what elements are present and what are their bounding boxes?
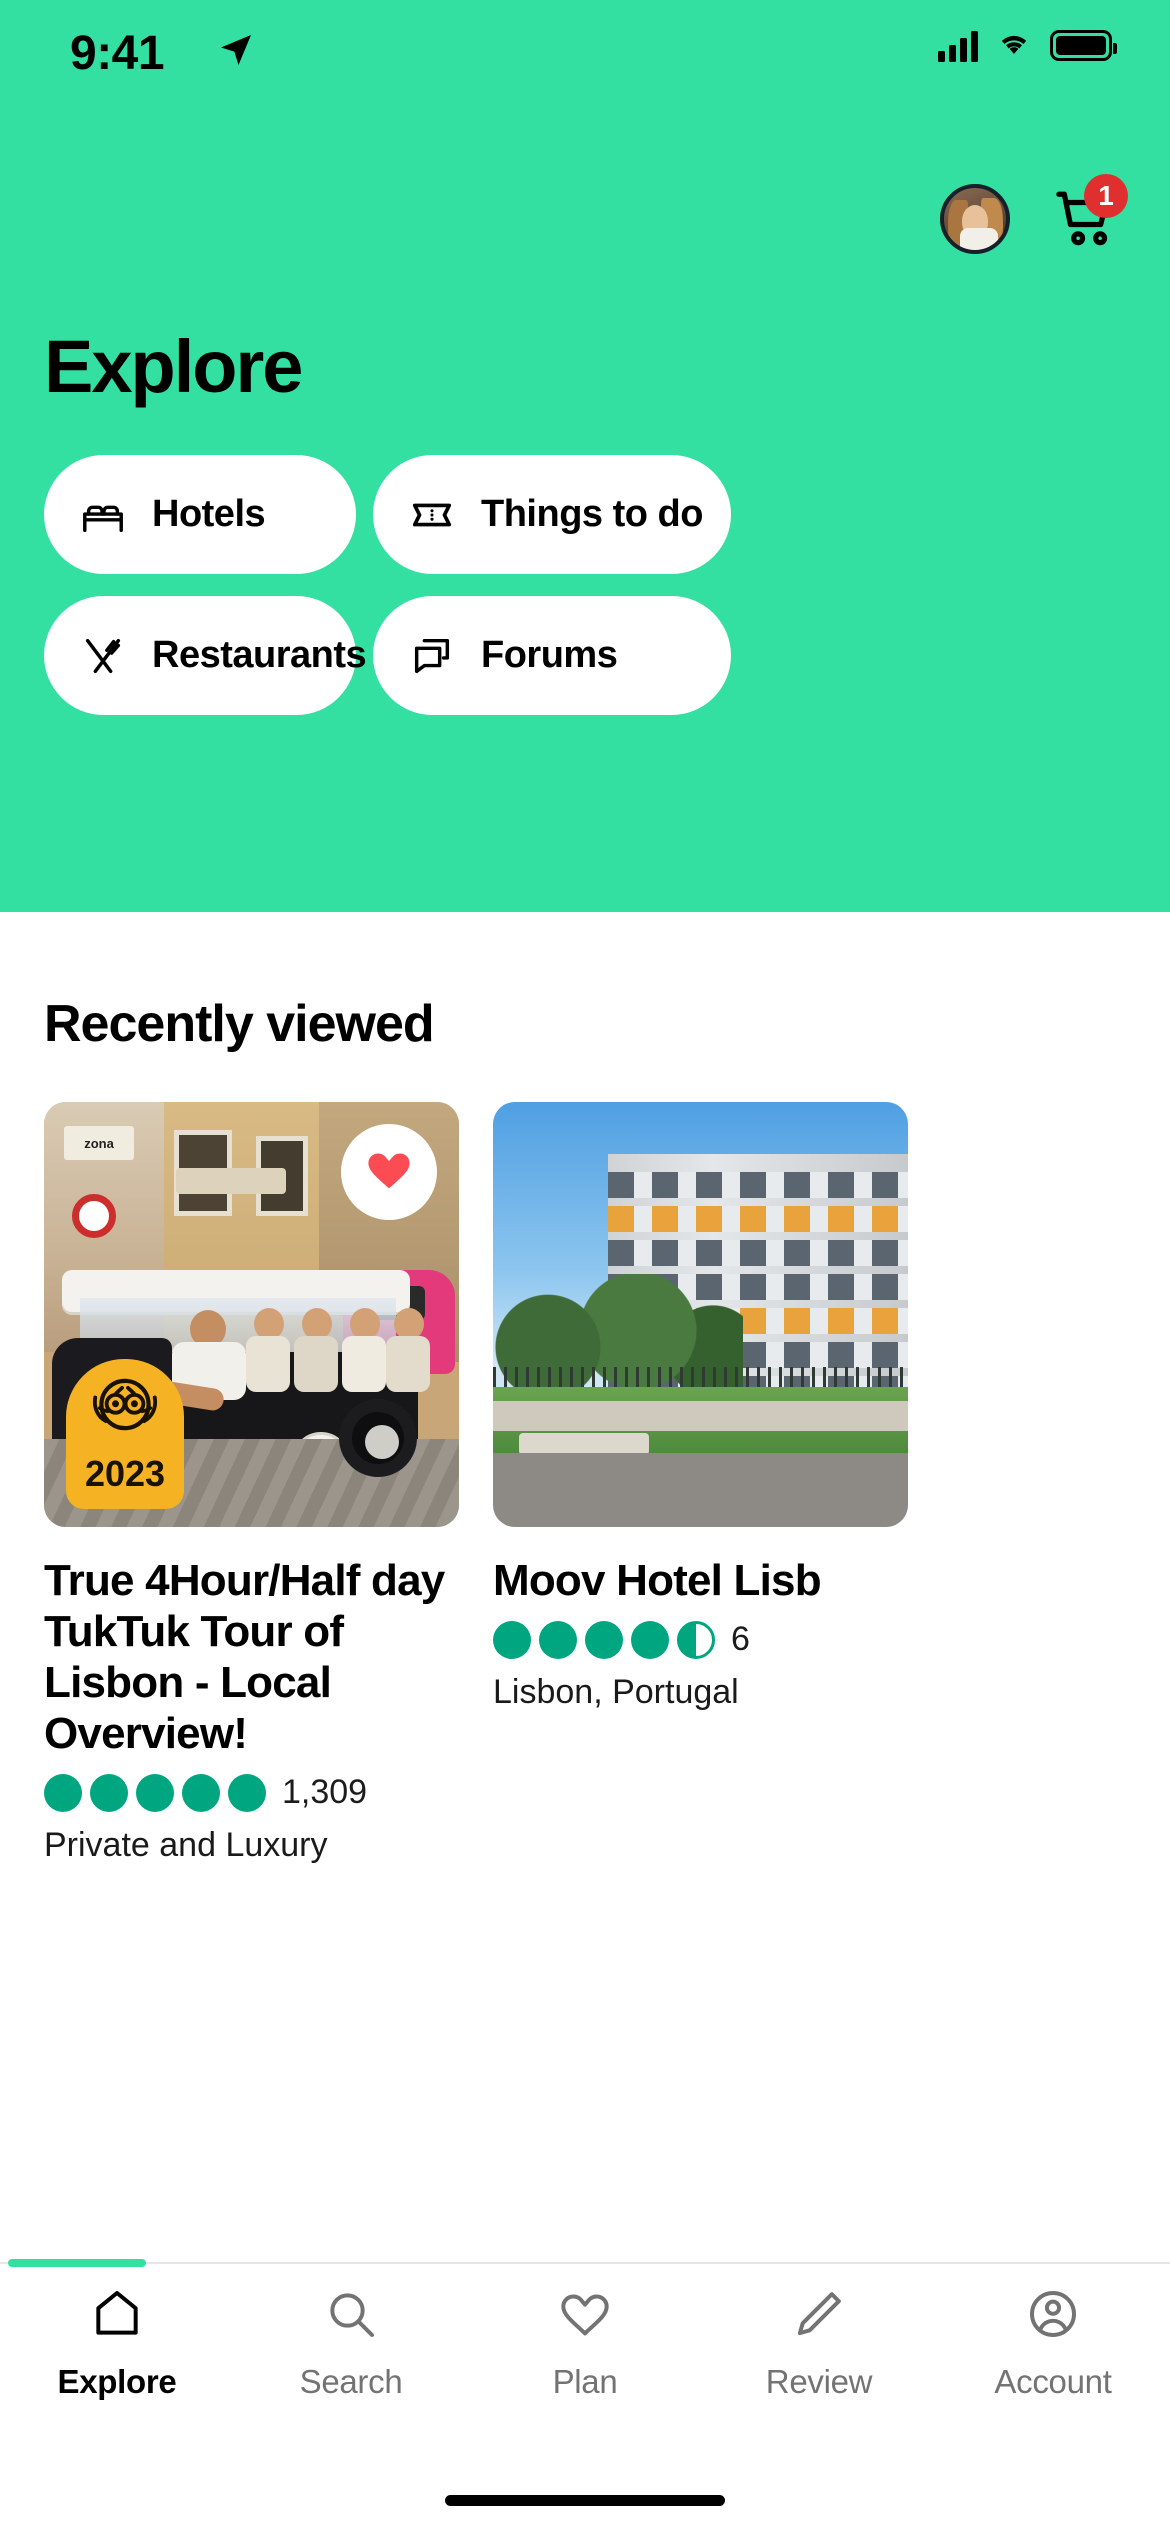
card-subtitle: Lisbon, Portugal — [493, 1673, 739, 1712]
travelers-choice-badge: 2023 — [66, 1359, 184, 1509]
category-chip-hotels[interactable]: Hotels — [44, 455, 356, 574]
recently-viewed-card[interactable]: zona 2023 True 4Hour/Half day TukTuk Tou… — [44, 1102, 459, 1865]
pencil-icon — [791, 2286, 847, 2347]
category-chip-label: Things to do — [481, 493, 703, 535]
tab-label: Plan — [552, 2363, 618, 2400]
card-image[interactable]: zona 2023 — [44, 1102, 459, 1527]
review-count: 6 — [731, 1620, 750, 1659]
heart-icon — [363, 1144, 415, 1201]
chat-bubbles-icon — [409, 633, 455, 679]
category-chips: Hotels Things to do Restaurants Forums — [44, 455, 1126, 715]
status-bar-time: 9:41 — [70, 27, 165, 80]
tab-review[interactable]: Review — [702, 2286, 936, 2440]
account-circle-icon — [1025, 2286, 1081, 2347]
fork-knife-icon — [80, 633, 126, 679]
rating-bubbles — [493, 1620, 715, 1659]
tab-account[interactable]: Account — [936, 2286, 1170, 2440]
ticket-icon — [409, 492, 455, 538]
tab-search[interactable]: Search — [234, 2286, 468, 2440]
heart-outline-icon — [557, 2286, 613, 2347]
tab-plan[interactable]: Plan — [468, 2286, 702, 2440]
badge-year: 2023 — [84, 1453, 166, 1494]
battery-icon — [1050, 30, 1117, 61]
rating-row: 1,309 — [44, 1773, 459, 1812]
search-icon — [323, 2286, 379, 2347]
category-chip-restaurants[interactable]: Restaurants — [44, 596, 367, 715]
rating-row: 6 — [493, 1620, 908, 1659]
rating-bubbles — [44, 1773, 266, 1812]
favorite-button[interactable] — [341, 1124, 437, 1220]
home-icon — [89, 2286, 145, 2347]
tab-label: Search — [299, 2363, 403, 2400]
cart-button[interactable]: 1 — [1052, 174, 1128, 252]
card-image[interactable] — [493, 1102, 908, 1527]
category-chip-label: Hotels — [152, 493, 266, 535]
category-chip-label: Forums — [481, 634, 618, 676]
category-chip-label: Restaurants — [152, 634, 367, 676]
wifi-icon — [994, 28, 1034, 63]
tab-label: Explore — [57, 2363, 177, 2400]
bottom-navigation: Explore Search Plan Review Account — [0, 2259, 1170, 2532]
explore-header: 9:41 1 Explore Hotels Things to do Resta… — [0, 0, 1170, 912]
home-indicator — [445, 2495, 725, 2506]
avatar[interactable] — [940, 184, 1010, 254]
card-subtitle: Private and Luxury — [44, 1826, 328, 1865]
card-title: Moov Hotel Lisb — [493, 1556, 822, 1605]
recently-viewed-card-list: zona 2023 True 4Hour/Half day TukTuk Tou… — [44, 1102, 908, 1865]
recently-viewed-card[interactable]: Moov Hotel Lisb 6 Lisbon, Portugal — [493, 1102, 908, 1865]
bed-icon — [80, 492, 126, 538]
tripadvisor-owl-icon — [83, 1373, 167, 1448]
location-arrow-icon — [216, 30, 256, 75]
cellular-signal-icon — [938, 30, 978, 62]
cart-badge: 1 — [1084, 174, 1128, 218]
recently-viewed-section: Recently viewed zona 2023 True 4Hour/Hal… — [0, 912, 1170, 2262]
status-bar: 9:41 — [0, 0, 1170, 110]
review-count: 1,309 — [282, 1773, 368, 1812]
page-title: Explore — [44, 325, 303, 408]
card-title: True 4Hour/Half day TukTuk Tour of Lisbo… — [44, 1556, 445, 1759]
active-tab-indicator — [8, 2259, 146, 2267]
tab-label: Review — [765, 2363, 873, 2400]
shopping-cart-icon — [1052, 191, 1118, 256]
tab-explore[interactable]: Explore — [0, 2286, 234, 2440]
category-chip-forums[interactable]: Forums — [373, 596, 731, 715]
section-title: Recently viewed — [44, 995, 435, 1053]
category-chip-things-to-do[interactable]: Things to do — [373, 455, 731, 574]
tab-label: Account — [994, 2363, 1112, 2400]
